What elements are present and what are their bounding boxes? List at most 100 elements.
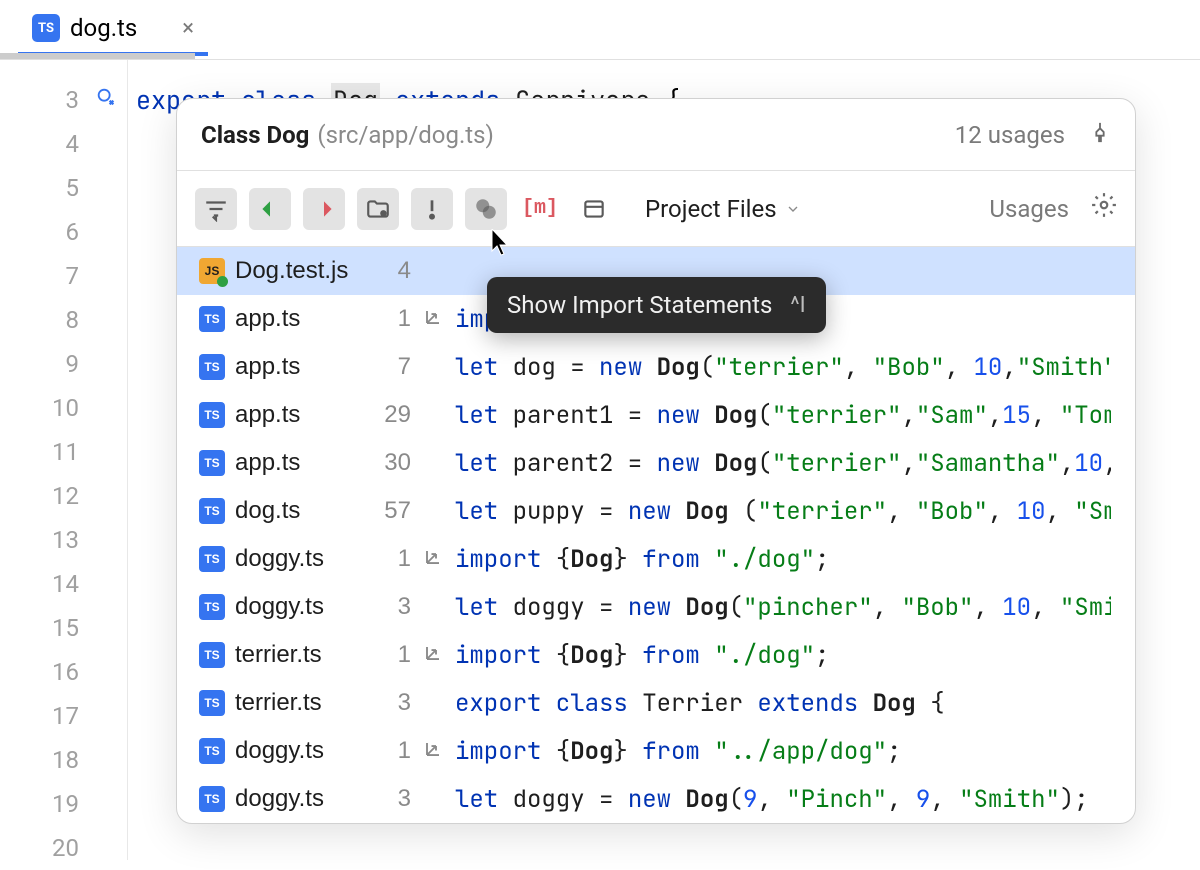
- usage-row[interactable]: TS dog.ts 57 let puppy = new Dog ("terrier"…: [177, 487, 1135, 535]
- chevron-down-icon: [785, 201, 801, 217]
- js-file-icon: JS: [199, 258, 225, 284]
- file-name: app.ts: [235, 305, 365, 333]
- gutter-line[interactable]: 12: [0, 474, 127, 518]
- close-icon[interactable]: ×: [182, 16, 194, 41]
- import-marker-icon: [421, 308, 445, 331]
- tooltip-text: Show Import Statements: [507, 291, 772, 319]
- ts-file-icon: TS: [32, 14, 60, 42]
- line-number: 1: [375, 305, 411, 333]
- tab-dog-ts[interactable]: TS dog.ts ×: [18, 4, 208, 56]
- ts-file-icon: TS: [199, 546, 225, 572]
- gutter-line[interactable]: 17: [0, 694, 127, 738]
- filter-reads-button[interactable]: [249, 188, 291, 230]
- popup-header: Class Dog (src/app/dog.ts) 12 usages: [177, 99, 1135, 171]
- code-snippet: import {Dog} from "./dog";: [455, 640, 829, 671]
- scope-dropdown[interactable]: Project Files: [645, 195, 801, 223]
- gutter-line[interactable]: 9: [0, 342, 127, 386]
- ts-file-icon: TS: [199, 498, 225, 524]
- usage-row[interactable]: TS doggy.ts 1 import {Dog} from "./dog";: [177, 535, 1135, 583]
- line-number: 3: [375, 689, 411, 717]
- ts-file-icon: TS: [199, 306, 225, 332]
- gutter-line[interactable]: 15: [0, 606, 127, 650]
- gutter-line[interactable]: 16: [0, 650, 127, 694]
- ts-file-icon: TS: [199, 402, 225, 428]
- ts-file-icon: TS: [199, 786, 225, 812]
- popup-path: (src/app/dog.ts): [317, 121, 494, 149]
- gear-icon[interactable]: [1091, 192, 1117, 225]
- line-number: 1: [375, 641, 411, 669]
- usages-list[interactable]: JSDog.test.js4TSapp.ts1import {Dog} from…: [177, 247, 1135, 823]
- line-number: 1: [375, 737, 411, 765]
- usage-count: 12 usages: [955, 121, 1065, 149]
- code-snippet: let doggy = new Dog(9, "Pinch", 9, "Smit…: [455, 784, 1089, 815]
- usage-row[interactable]: TS app.ts 29 let parent1 = new Dog("terrier…: [177, 391, 1135, 439]
- tooltip: Show Import Statements ^I: [487, 277, 826, 333]
- gutter-line[interactable]: 6: [0, 210, 127, 254]
- usage-row[interactable]: TSdoggy.ts1import {Dog} from "../app/dog…: [177, 727, 1135, 775]
- usages-tab[interactable]: Usages: [989, 195, 1069, 223]
- ts-file-icon: TS: [199, 738, 225, 764]
- import-marker-icon: [421, 740, 445, 763]
- sort-button[interactable]: [195, 188, 237, 230]
- gutter-line[interactable]: 4: [0, 122, 127, 166]
- usage-row[interactable]: TSapp.ts30let parent2 = new Dog("terrier…: [177, 439, 1135, 487]
- gutter-line[interactable]: 19: [0, 782, 127, 826]
- code-snippet: let dog = new Dog("terrier", "Bob", 10,"…: [455, 352, 1111, 383]
- code-area[interactable]: export class Dog extends Carnivora { Cla…: [128, 60, 1200, 860]
- tab-label: dog.ts: [70, 14, 137, 42]
- popup-title: Class Dog: [201, 121, 309, 149]
- file-name: dog.ts: [235, 497, 365, 525]
- usage-row[interactable]: TS doggy.ts 3 let doggy = new Dog(9, "Pinch…: [177, 775, 1135, 823]
- file-name: doggy.ts: [235, 593, 365, 621]
- file-name: doggy.ts: [235, 785, 365, 813]
- gutter-line[interactable]: 11: [0, 430, 127, 474]
- file-name: terrier.ts: [235, 641, 365, 669]
- preview-button[interactable]: [573, 188, 615, 230]
- ts-file-icon: TS: [199, 450, 225, 476]
- folder-scope-button[interactable]: [357, 188, 399, 230]
- code-snippet: let puppy = new Dog ("terrier", "Bob", 1…: [455, 496, 1111, 527]
- file-name: doggy.ts: [235, 737, 365, 765]
- gutter-line[interactable]: 13: [0, 518, 127, 562]
- file-name: app.ts: [235, 353, 365, 381]
- code-snippet: let doggy = new Dog("pincher", "Bob", 10…: [455, 592, 1111, 623]
- file-name: doggy.ts: [235, 545, 365, 573]
- line-number: 3: [375, 785, 411, 813]
- module-scope-button[interactable]: [m]: [519, 188, 561, 230]
- code-snippet: import {Dog} from "./dog";: [455, 544, 829, 575]
- gutter-line[interactable]: 3: [0, 78, 127, 122]
- ts-file-icon: TS: [199, 594, 225, 620]
- import-marker-icon: [421, 548, 445, 571]
- filter-writes-button[interactable]: [303, 188, 345, 230]
- code-snippet: let parent1 = new Dog("terrier","Sam",15…: [455, 400, 1111, 431]
- implements-marker-icon[interactable]: [95, 86, 117, 114]
- gutter-line[interactable]: 10: [0, 386, 127, 430]
- file-name: app.ts: [235, 401, 365, 429]
- import-marker-icon: [421, 644, 445, 667]
- usage-row[interactable]: TSterrier.ts3export class Terrier extend…: [177, 679, 1135, 727]
- line-number: 1: [375, 545, 411, 573]
- gutter-line[interactable]: 8: [0, 298, 127, 342]
- usage-row[interactable]: TSterrier.ts1import {Dog} from "./dog";: [177, 631, 1135, 679]
- gutter-line[interactable]: 5: [0, 166, 127, 210]
- pin-icon[interactable]: [1089, 120, 1111, 150]
- ts-file-icon: TS: [199, 354, 225, 380]
- tooltip-shortcut: ^I: [790, 293, 805, 318]
- line-number: 29: [375, 401, 411, 429]
- gutter-line[interactable]: 14: [0, 562, 127, 606]
- file-name: app.ts: [235, 449, 365, 477]
- gutter-line[interactable]: 20: [0, 826, 127, 870]
- file-name: Dog.test.js: [235, 257, 365, 285]
- usage-row[interactable]: TSapp.ts7let dog = new Dog("terrier", "B…: [177, 343, 1135, 391]
- editor: 34567891011121314151617181920 export cla…: [0, 60, 1200, 860]
- popup-toolbar: [m] Project Files Usages: [177, 171, 1135, 247]
- gutter-line[interactable]: 7: [0, 254, 127, 298]
- gutter-line[interactable]: 18: [0, 738, 127, 782]
- filter-base-button[interactable]: [465, 188, 507, 230]
- tab-progress-bar: [0, 53, 195, 59]
- show-imports-button[interactable]: [411, 188, 453, 230]
- gutter: 34567891011121314151617181920: [0, 60, 128, 860]
- usage-row[interactable]: TSdoggy.ts3let doggy = new Dog("pincher"…: [177, 583, 1135, 631]
- line-number: 57: [375, 497, 411, 525]
- usages-popup: Class Dog (src/app/dog.ts) 12 usages: [176, 98, 1136, 824]
